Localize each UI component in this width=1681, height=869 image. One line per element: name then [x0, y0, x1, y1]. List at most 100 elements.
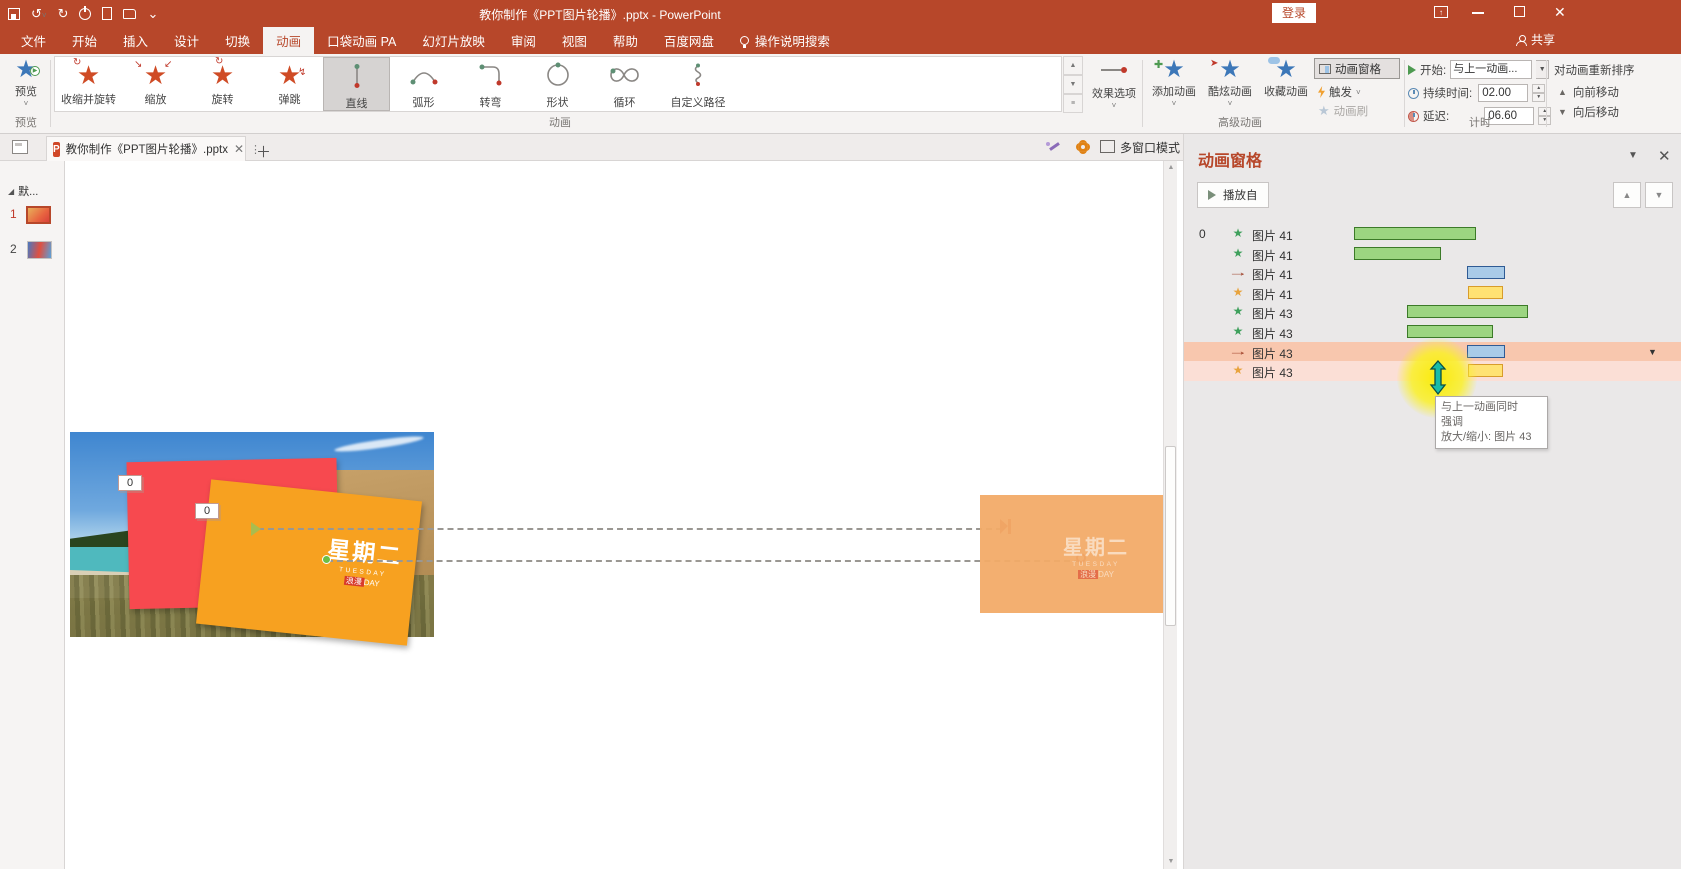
scrollbar-thumb[interactable]	[1165, 446, 1176, 626]
animation-row[interactable]: ★图片 43▼	[1184, 322, 1681, 342]
tab-animations[interactable]: 动画	[263, 27, 315, 54]
timeline-bar[interactable]	[1407, 324, 1493, 338]
multi-window-mode-button[interactable]: 多窗口模式	[1100, 139, 1180, 156]
animation-row[interactable]: →图片 41▼	[1184, 263, 1681, 283]
tab-file[interactable]: 文件	[8, 27, 59, 54]
favorite-animation-button[interactable]: ★ 收藏动画	[1258, 57, 1314, 99]
new-tab-button[interactable]: ＋	[256, 141, 271, 162]
move-down-button[interactable]: ▼	[1645, 182, 1673, 208]
scroll-down-icon[interactable]: ▼	[1165, 855, 1177, 869]
add-animation-button[interactable]: ★ ✚ 添加动画 ˅	[1146, 58, 1202, 109]
tab-home[interactable]: 开始	[59, 27, 110, 54]
path-preview-card[interactable]: 星期二 TUESDAY 浪漫 DAY	[980, 495, 1163, 613]
pane-menu-icon[interactable]: ▼	[1628, 150, 1638, 161]
gear-icon[interactable]	[1078, 142, 1088, 152]
gallery-item-shrink-turn[interactable]: ★ ↻ 收缩并旋转	[55, 57, 122, 111]
animation-number-badge-1[interactable]: 0	[118, 475, 142, 491]
tab-close-icon[interactable]: ✕	[234, 142, 244, 156]
animation-row[interactable]: ★图片 41▼	[1184, 244, 1681, 264]
duration-spinner[interactable]: ▲ ▼	[1532, 84, 1546, 102]
gallery-item-line-path[interactable]: 直线	[323, 57, 390, 111]
animation-row[interactable]: ★图片 41▼	[1184, 283, 1681, 303]
close-button[interactable]: ✕	[1554, 4, 1566, 21]
effect-icon: →	[1227, 265, 1249, 280]
start-select-arrow-icon[interactable]: ▼	[1536, 60, 1550, 79]
move-up-button[interactable]: ▲	[1613, 182, 1641, 208]
tab-pocket-animation[interactable]: 口袋动画 PA	[314, 27, 409, 54]
canvas-scrollbar[interactable]: ▲ ▼	[1163, 161, 1177, 869]
minimize-button[interactable]	[1472, 12, 1484, 14]
animation-pane-toggle[interactable]: 动画窗格	[1314, 58, 1400, 79]
path-start-dot[interactable]	[322, 555, 331, 564]
gallery-item-arc-path[interactable]: 弧形	[390, 57, 457, 111]
timeline-bar[interactable]	[1354, 227, 1476, 240]
share-button[interactable]: 共享	[1516, 31, 1555, 48]
motion-path-line-2[interactable]	[327, 560, 1080, 562]
start-select[interactable]: 与上一动画...	[1450, 60, 1533, 79]
scroll-up-icon[interactable]: ▲	[1165, 161, 1177, 175]
move-later-button[interactable]: ▼ 向后移动	[1558, 104, 1619, 120]
row-dropdown-icon[interactable]: ▼	[1648, 347, 1657, 357]
slide-1-thumbnail[interactable]	[26, 206, 51, 224]
motion-path-line-1[interactable]	[258, 528, 1002, 530]
play-from-button[interactable]: 播放自	[1197, 182, 1269, 208]
gallery-item-turn-path[interactable]: 转弯	[457, 57, 524, 111]
timeline-bar[interactable]	[1468, 364, 1503, 378]
ppt-file-icon: P	[53, 141, 60, 157]
section-header[interactable]: ◢ 默...	[8, 183, 38, 199]
gallery-scroll-up[interactable]: ▲	[1063, 56, 1083, 75]
tab-insert[interactable]: 插入	[110, 27, 161, 54]
pane-title: 动画窗格	[1198, 153, 1263, 170]
preview-button[interactable]: ★ ▶ 预览 ˅	[6, 58, 46, 116]
tab-transitions[interactable]: 切换	[212, 27, 263, 54]
tab-design[interactable]: 设计	[161, 27, 212, 54]
multi-window-icon	[1100, 140, 1115, 153]
timeline-bar[interactable]	[1467, 344, 1505, 358]
document-tab[interactable]: P 教你制作《PPT图片轮播》.pptx ✕ ⋮	[46, 136, 261, 161]
tab-review[interactable]: 审阅	[498, 27, 549, 54]
up-triangle-icon: ▲	[1558, 87, 1567, 97]
timeline-bar[interactable]	[1354, 246, 1441, 260]
cursor-icon: ➤	[1210, 58, 1219, 69]
window-list-icon[interactable]	[12, 140, 28, 154]
gallery-scroll-down[interactable]: ▼	[1063, 75, 1083, 94]
pane-close-button[interactable]: ✕	[1658, 147, 1671, 165]
animation-row[interactable]: ★图片 43▼	[1184, 302, 1681, 322]
duration-input[interactable]	[1478, 84, 1529, 102]
animation-row[interactable]: 0★图片 41▼	[1184, 224, 1681, 244]
gallery-more-button[interactable]: ≡	[1063, 94, 1083, 113]
move-earlier-button[interactable]: ▲ 向前移动	[1558, 84, 1619, 100]
timeline-bar[interactable]	[1467, 266, 1505, 280]
login-button[interactable]: 登录	[1272, 3, 1316, 23]
play-triangle-icon	[1208, 190, 1216, 200]
restore-button[interactable]	[1514, 6, 1525, 17]
orange-card-shape[interactable]: 星期二 TUESDAY 浪漫DAY	[196, 479, 422, 646]
slide-1-number: 1	[10, 207, 17, 221]
gallery-item-zoom[interactable]: ★ ↘ ↙ 缩放	[122, 57, 189, 111]
tab-help[interactable]: 帮助	[600, 27, 651, 54]
effect-options-button[interactable]: 效果选项 ˅	[1090, 60, 1138, 110]
magic-wand-icon[interactable]	[1046, 142, 1059, 155]
animation-row-selected[interactable]: → 图片 43 ▼	[1184, 341, 1681, 362]
tab-slideshow[interactable]: 幻灯片放映	[409, 27, 498, 54]
arc-path-icon	[410, 72, 437, 85]
gallery-item-bounce[interactable]: ★ ↯ 弹跳	[256, 57, 323, 111]
path-start-marker[interactable]	[251, 522, 261, 536]
ribbon-display-options-icon[interactable]: ↑	[1434, 6, 1448, 18]
tab-view[interactable]: 视图	[549, 27, 600, 54]
gallery-item-loop-path[interactable]: 循环	[591, 57, 658, 111]
timeline-bar[interactable]	[1468, 285, 1503, 299]
cool-animation-button[interactable]: ★ ➤ 酷炫动画 ˅	[1202, 58, 1258, 109]
delay-spinner[interactable]: ▲ ▼	[1538, 107, 1552, 125]
animation-number-badge-2[interactable]: 0	[195, 503, 219, 519]
gallery-item-spin[interactable]: ★ ↻ 旋转	[189, 56, 256, 111]
slide-2-thumbnail[interactable]	[27, 241, 52, 259]
slide-canvas[interactable]: 星期二 TUESDAY 浪漫DAY 0 0 星期二 TUESDAY 浪漫 DAY	[66, 161, 1163, 869]
timeline-bar[interactable]	[1407, 305, 1528, 319]
tab-tell-me-search[interactable]: 操作说明搜索	[727, 27, 843, 54]
gallery-item-shape-path[interactable]: 形状	[524, 57, 591, 111]
tab-baidu-netdisk[interactable]: 百度网盘	[651, 27, 727, 54]
delay-clock-icon	[1408, 110, 1419, 122]
trigger-button[interactable]: 触发 ˅	[1318, 84, 1361, 100]
gallery-item-custom-path[interactable]: 自定义路径	[658, 57, 738, 111]
